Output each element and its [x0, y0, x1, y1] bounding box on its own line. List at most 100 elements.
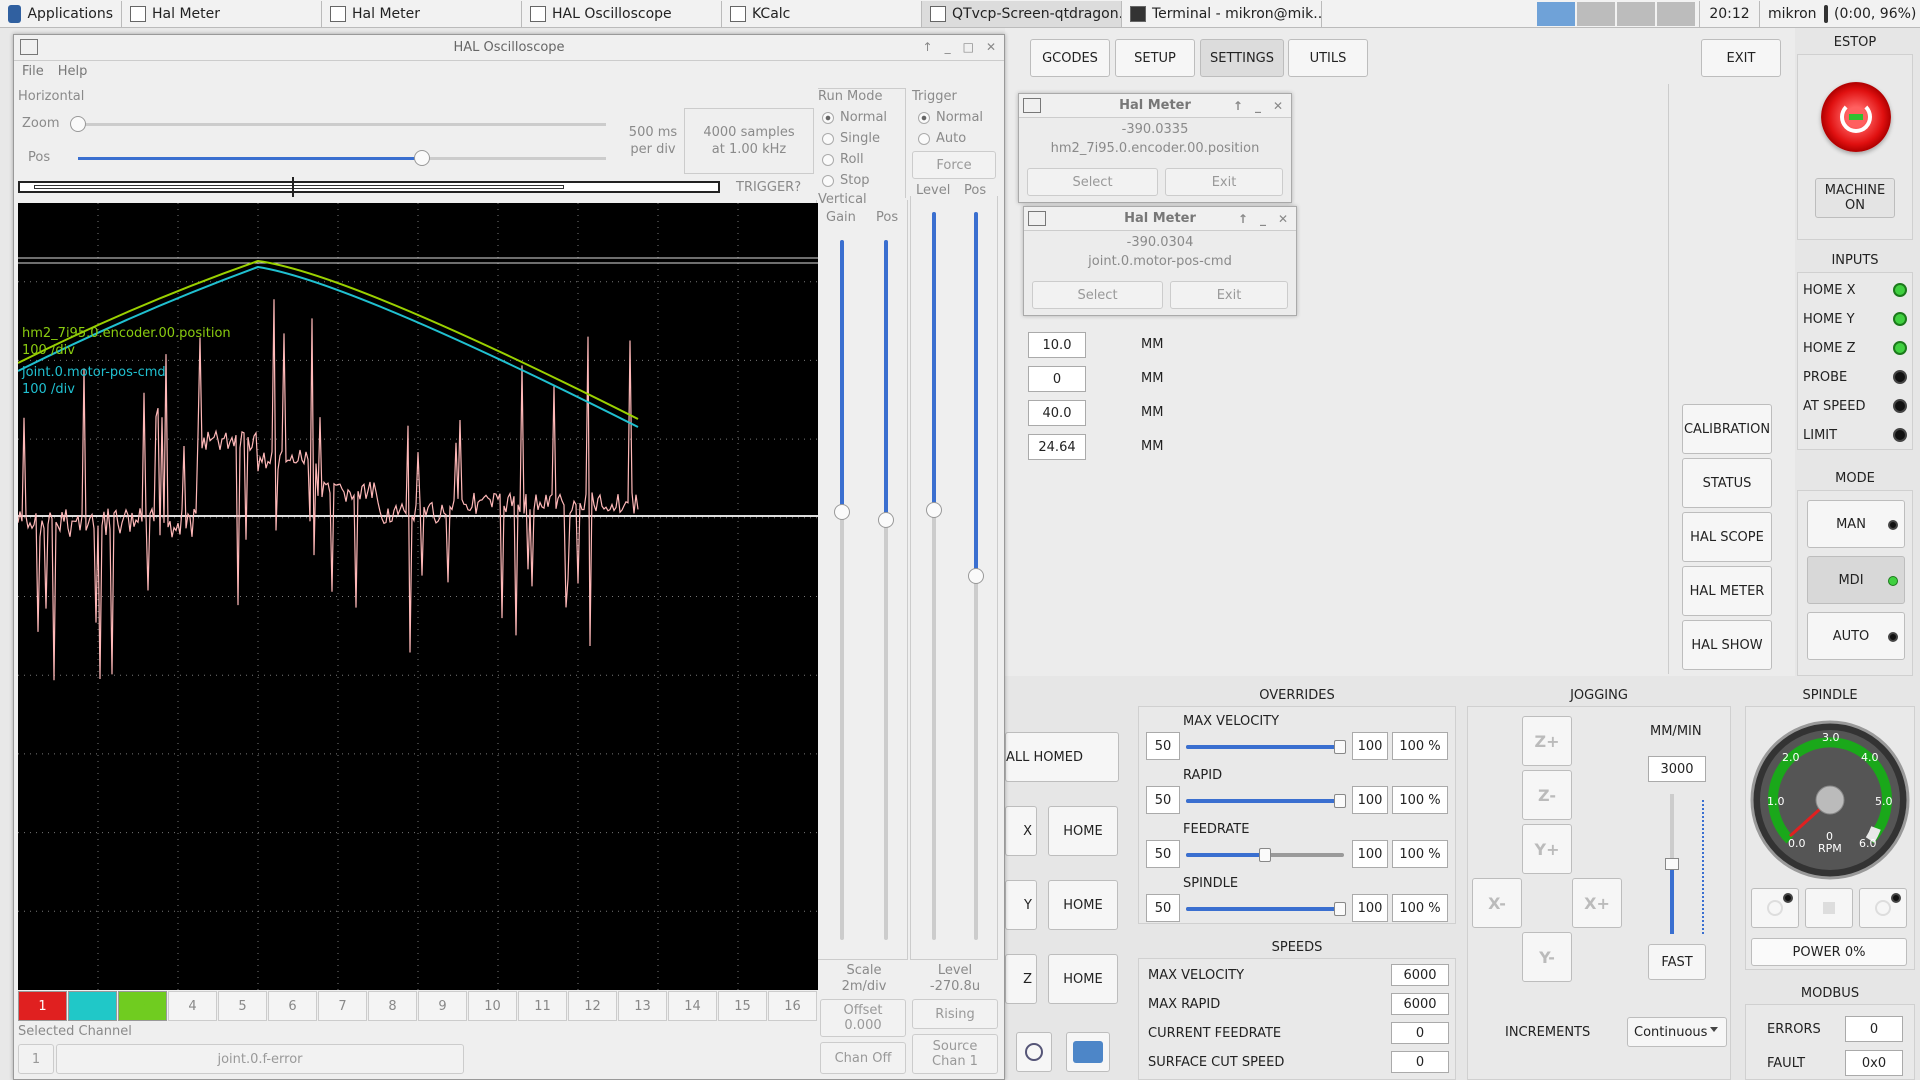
hal-scope-button[interactable]: HAL SCOPE — [1682, 512, 1772, 562]
jog-rate-knob[interactable] — [1665, 858, 1679, 870]
gain-slider[interactable] — [834, 240, 850, 940]
maximize-icon[interactable]: □ — [963, 40, 974, 54]
home-z-button[interactable]: HOME — [1048, 954, 1118, 1004]
jog-y-plus[interactable]: Y+ — [1522, 824, 1572, 874]
taskbar-item-kcalc[interactable]: KCalc — [722, 0, 922, 27]
setting-value-2[interactable]: 0 — [1028, 366, 1086, 392]
workspace-switcher[interactable] — [1533, 0, 1700, 27]
chan-off-button[interactable]: Chan Off — [820, 1042, 906, 1074]
meter-select-button[interactable]: Select — [1032, 281, 1163, 309]
workspace-3[interactable] — [1617, 1, 1655, 26]
samples-info[interactable]: 4000 samples at 1.00 kHz — [684, 108, 814, 174]
close-icon[interactable]: ✕ — [986, 40, 996, 54]
override-max[interactable]: 100 — [1352, 894, 1388, 922]
status-button[interactable]: STATUS — [1682, 458, 1772, 508]
pin-icon[interactable]: ↑ — [923, 40, 933, 54]
channel-button-12[interactable]: 12 — [568, 991, 617, 1021]
hal-show-button[interactable]: HAL SHOW — [1682, 620, 1772, 670]
axis-y-button[interactable]: Y — [1005, 880, 1037, 930]
channel-button-5[interactable]: 5 — [218, 991, 267, 1021]
setting-value-3[interactable]: 40.0 — [1028, 400, 1086, 426]
tab-setup[interactable]: SETUP — [1115, 39, 1195, 77]
zoom-button[interactable] — [1016, 1032, 1052, 1072]
tab-gcodes[interactable]: GCODES — [1030, 39, 1110, 77]
run-mode-stop[interactable]: Stop — [822, 170, 870, 191]
channel-button-9[interactable]: 9 — [418, 991, 467, 1021]
override-max[interactable]: 100 — [1352, 732, 1388, 760]
tab-settings[interactable]: SETTINGS — [1200, 39, 1284, 77]
minimize-icon[interactable]: _ — [945, 40, 951, 54]
channel-button-10[interactable]: 10 — [468, 991, 517, 1021]
run-mode-normal[interactable]: Normal — [822, 107, 887, 128]
workspace-1[interactable] — [1537, 1, 1575, 26]
override-min[interactable]: 50 — [1146, 894, 1180, 922]
user-name[interactable]: mikron — [1760, 1, 1820, 27]
run-mode-single[interactable]: Single — [822, 128, 880, 149]
taskbar-item-hal-meter-1[interactable]: Hal Meter — [122, 0, 322, 27]
channel-button-6[interactable]: 6 — [268, 991, 317, 1021]
scope-display[interactable] — [18, 203, 818, 990]
mode-man-button[interactable]: MAN — [1807, 500, 1905, 548]
selected-channel-pin[interactable]: joint.0.f-error — [56, 1044, 464, 1074]
taskbar-item-qtvcp[interactable]: QTvcp-Screen-qtdragon... — [922, 0, 1122, 27]
trigger-level-slider[interactable] — [926, 212, 942, 940]
calibration-button[interactable]: CALIBRATION — [1682, 404, 1772, 454]
home-y-button[interactable]: HOME — [1048, 880, 1118, 930]
minimize-icon[interactable]: _ — [1260, 212, 1266, 226]
meter-exit-button[interactable]: Exit — [1170, 281, 1288, 309]
override-slider[interactable] — [1186, 902, 1346, 916]
channel-button-3[interactable]: 3 — [118, 991, 167, 1021]
estop-button[interactable] — [1821, 82, 1891, 152]
vertical-pos-knob[interactable] — [878, 512, 894, 528]
open-file-button[interactable] — [1066, 1032, 1110, 1072]
jog-rate-slider[interactable] — [1665, 794, 1679, 934]
hal-meter-titlebar[interactable]: Hal Meter ↑ _ ✕ — [1019, 94, 1291, 118]
hal-meter-button[interactable]: HAL METER — [1682, 566, 1772, 616]
override-max[interactable]: 100 — [1352, 840, 1388, 868]
pos-knob[interactable] — [414, 150, 430, 166]
close-icon[interactable]: ✕ — [1278, 212, 1288, 226]
scope-titlebar[interactable]: HAL Oscilloscope ↑ _ □ ✕ — [14, 35, 1004, 61]
override-max[interactable]: 100 — [1352, 786, 1388, 814]
minimize-icon[interactable]: _ — [1255, 99, 1261, 113]
spindle-stop-button[interactable] — [1805, 888, 1853, 928]
pos-slider[interactable] — [78, 150, 606, 166]
close-icon[interactable]: ✕ — [1273, 99, 1283, 113]
trigger-normal[interactable]: Normal — [918, 107, 983, 128]
offset-button[interactable]: Offset 0.000 — [820, 999, 906, 1037]
taskbar-item-terminal[interactable]: Terminal - mikron@mik... — [1122, 0, 1322, 27]
fast-button[interactable]: FAST — [1648, 944, 1706, 980]
jog-x-plus[interactable]: X+ — [1572, 878, 1622, 928]
axis-x-button[interactable]: X — [1005, 806, 1037, 856]
pin-icon[interactable]: ↑ — [1233, 99, 1243, 113]
vertical-pos-slider[interactable] — [878, 240, 894, 940]
setting-value-1[interactable]: 10.0 — [1028, 332, 1086, 358]
battery-indicator[interactable]: (0:00, 96%) — [1820, 1, 1920, 27]
channel-button-1[interactable]: 1 — [18, 991, 67, 1021]
override-knob[interactable] — [1334, 902, 1346, 916]
home-x-button[interactable]: HOME — [1048, 806, 1118, 856]
zoom-slider[interactable] — [70, 116, 606, 132]
gain-knob[interactable] — [834, 504, 850, 520]
hal-meter-titlebar[interactable]: Hal Meter ↑ _ ✕ — [1024, 207, 1296, 231]
machine-on-button[interactable]: MACHINE ON — [1815, 178, 1895, 218]
channel-button-4[interactable]: 4 — [168, 991, 217, 1021]
axis-z-button[interactable]: Z — [1005, 954, 1037, 1004]
exit-button[interactable]: EXIT — [1701, 39, 1781, 77]
taskbar-item-hal-oscilloscope[interactable]: HAL Oscilloscope — [522, 0, 722, 27]
override-knob[interactable] — [1334, 794, 1346, 808]
channel-button-7[interactable]: 7 — [318, 991, 367, 1021]
rising-button[interactable]: Rising — [912, 999, 998, 1029]
jog-y-minus[interactable]: Y- — [1522, 932, 1572, 982]
mode-mdi-button[interactable]: MDI — [1807, 556, 1905, 604]
workspace-2[interactable] — [1577, 1, 1615, 26]
jog-rate-value[interactable]: 3000 — [1648, 756, 1706, 782]
override-knob[interactable] — [1259, 848, 1271, 862]
jog-x-minus[interactable]: X- — [1472, 878, 1522, 928]
taskbar-item-hal-meter-2[interactable]: Hal Meter — [322, 0, 522, 27]
tab-utils[interactable]: UTILS — [1288, 39, 1368, 77]
channel-button-8[interactable]: 8 — [368, 991, 417, 1021]
trigger-pos-slider[interactable] — [968, 212, 984, 940]
menu-file[interactable]: File — [22, 64, 44, 79]
meter-exit-button[interactable]: Exit — [1165, 168, 1283, 196]
